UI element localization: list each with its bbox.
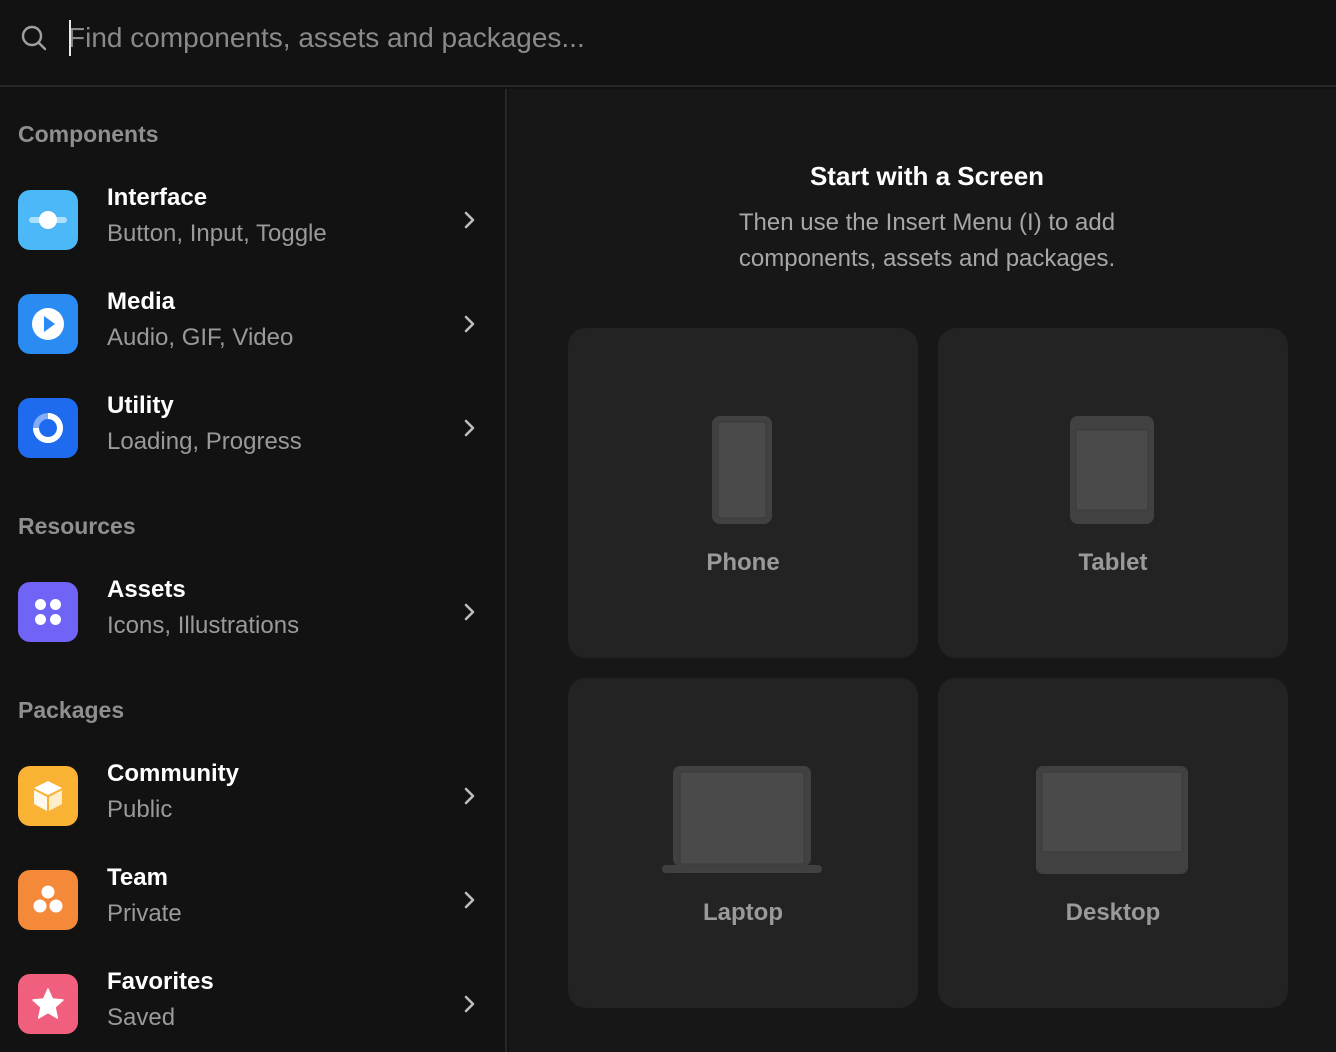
- desktop-icon: [1036, 766, 1188, 874]
- item-subtitle: Saved: [107, 1004, 176, 1031]
- assets-tile: [18, 582, 78, 642]
- sidebar-item-favorites[interactable]: Favorites Saved: [0, 954, 505, 1052]
- favorites-tile: [18, 974, 78, 1034]
- item-name: Assets: [107, 576, 186, 603]
- play-icon: [32, 308, 64, 340]
- team-icon: [33, 885, 63, 913]
- grid-dots-icon: [35, 599, 61, 625]
- item-subtitle: Audio, GIF, Video: [107, 324, 294, 351]
- phone-icon: [712, 416, 772, 524]
- star-icon: [32, 988, 64, 1019]
- team-tile: [18, 870, 78, 930]
- chevron-right-icon: [464, 315, 475, 333]
- device-label: Desktop: [1065, 899, 1161, 926]
- search-bar: [0, 0, 1336, 87]
- item-subtitle: Icons, Illustrations: [107, 612, 300, 639]
- device-label: Tablet: [1078, 549, 1148, 576]
- sidebar-item-assets[interactable]: Assets Icons, Illustrations: [0, 562, 505, 662]
- item-name: Community: [107, 760, 239, 787]
- device-card-phone[interactable]: Phone: [568, 328, 918, 658]
- loading-icon: [33, 413, 63, 443]
- panel-subtitle: Then use the Insert Menu (I) to add comp…: [738, 209, 1116, 272]
- chevron-right-icon: [464, 603, 475, 621]
- laptop-icon: [662, 766, 822, 873]
- sidebar-item-interface[interactable]: Interface Button, Input, Toggle: [0, 170, 505, 270]
- item-subtitle: Private: [107, 900, 182, 927]
- text-caret: [69, 20, 71, 56]
- item-subtitle: Public: [107, 796, 173, 823]
- item-name: Interface: [107, 184, 208, 211]
- section-title-packages: Packages: [18, 697, 125, 723]
- search-input[interactable]: [68, 16, 968, 60]
- section-title-components: Components: [18, 121, 159, 147]
- section-title-resources: Resources: [18, 513, 136, 539]
- interface-tile: [18, 190, 78, 250]
- package-box-icon: [34, 781, 62, 811]
- device-label: Phone: [706, 549, 780, 576]
- device-card-desktop[interactable]: Desktop: [938, 678, 1288, 1008]
- sidebar-item-media[interactable]: Media Audio, GIF, Video: [0, 274, 505, 374]
- device-card-tablet[interactable]: Tablet: [938, 328, 1288, 658]
- screen-picker-panel: Start with a Screen Then use the Insert …: [509, 89, 1336, 1052]
- tablet-icon: [1070, 416, 1154, 524]
- item-name: Team: [107, 864, 168, 891]
- chevron-right-icon: [464, 419, 475, 437]
- chevron-right-icon: [464, 787, 475, 805]
- utility-tile: [18, 398, 78, 458]
- device-label: Laptop: [703, 899, 783, 926]
- community-tile: [18, 766, 78, 826]
- chevron-right-icon: [464, 211, 475, 229]
- sidebar-item-team[interactable]: Team Private: [0, 850, 505, 950]
- sidebar: Components Interface Button, Input, Togg…: [0, 89, 507, 1052]
- chevron-right-icon: [464, 891, 475, 909]
- chevron-right-icon: [464, 995, 475, 1013]
- search-icon: [21, 25, 47, 51]
- panel-title: Start with a Screen: [809, 161, 1045, 191]
- sidebar-item-utility[interactable]: Utility Loading, Progress: [0, 378, 505, 478]
- item-name: Utility: [107, 392, 174, 419]
- item-name: Favorites: [107, 968, 214, 995]
- device-card-laptop[interactable]: Laptop: [568, 678, 918, 1008]
- media-tile: [18, 294, 78, 354]
- sidebar-item-community[interactable]: Community Public: [0, 746, 505, 846]
- item-subtitle: Loading, Progress: [107, 428, 302, 455]
- item-name: Media: [107, 288, 176, 315]
- toggle-icon: [29, 211, 67, 229]
- item-subtitle: Button, Input, Toggle: [107, 220, 327, 247]
